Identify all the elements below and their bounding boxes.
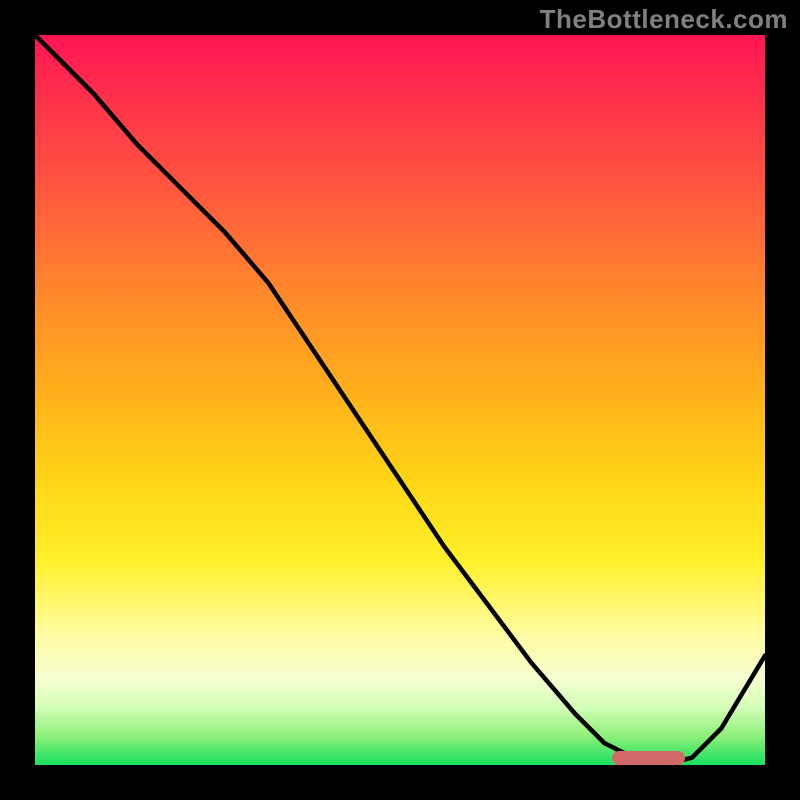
optimal-range-marker xyxy=(612,751,685,765)
chart-frame: TheBottleneck.com xyxy=(0,0,800,800)
bottleneck-curve xyxy=(35,35,765,765)
watermark-text: TheBottleneck.com xyxy=(540,4,788,35)
plot-area xyxy=(35,35,765,765)
